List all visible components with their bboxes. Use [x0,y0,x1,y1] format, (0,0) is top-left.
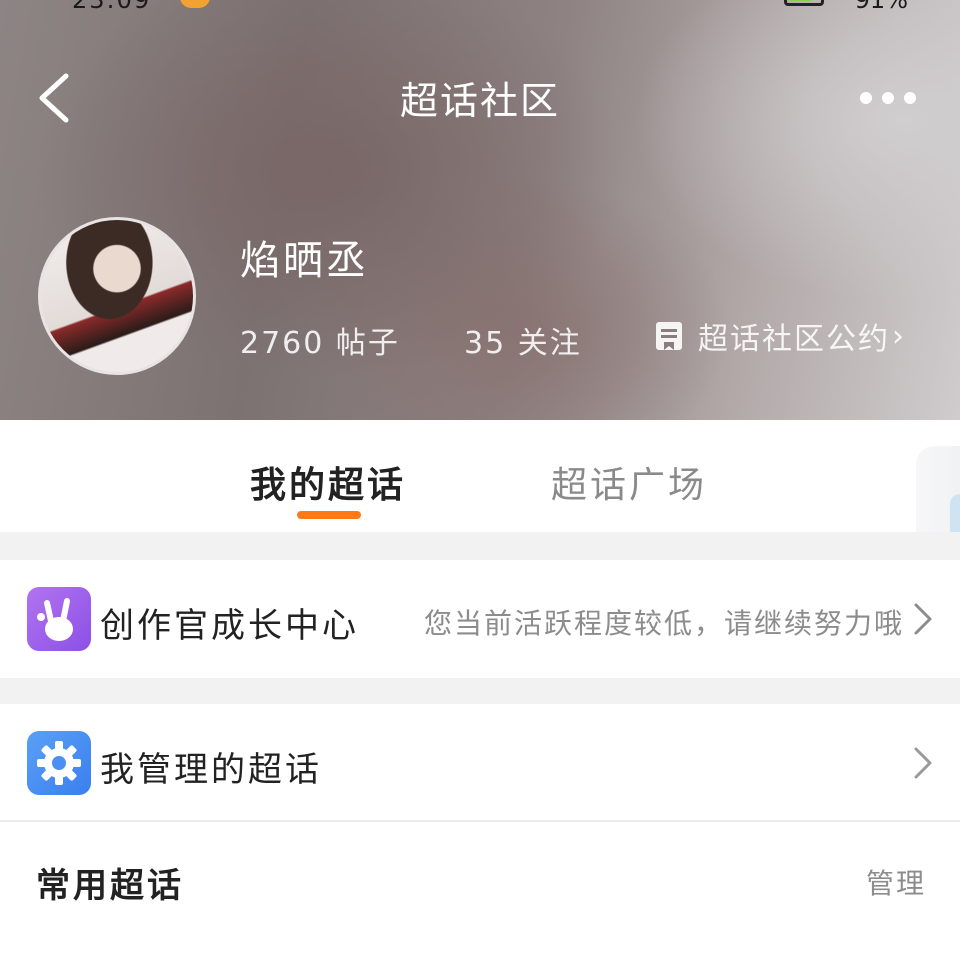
active-tab-indicator [297,511,361,519]
creator-center-row[interactable]: 创作官成长中心 您当前活跃程度较低，请继续努力哦 [0,560,960,678]
bookmark-doc-icon [656,322,682,350]
managed-topics-title: 我管理的超话 [100,750,322,790]
section-divider [0,532,960,560]
common-topics-section: 常用超话 管理 [0,824,960,953]
gear-glyph [37,741,81,785]
creator-center-subtitle: 您当前活跃程度较低，请继续努力哦 [423,607,904,640]
status-bar: 23:09 91% [0,0,960,16]
tab-bar: 我的超话 超话广场 [0,420,960,532]
avatar[interactable] [38,217,196,375]
convention-label: 超话社区公约 [698,322,890,357]
manage-button[interactable]: 管理 [866,862,926,902]
common-topics-title: 常用超话 [36,866,184,906]
following-count[interactable]: 35 关注 [464,318,582,362]
posts-count[interactable]: 2760 帖子 [240,318,400,362]
managed-topics-row[interactable]: 我管理的超话 [0,704,960,822]
profile-name: 焰晒丞 [240,238,369,284]
more-button[interactable] [852,80,924,116]
status-time: 23:09 [72,0,152,14]
profile-header: 23:09 91% 超话社区 焰晒丞 2760 帖子 35 关注 超话社区公约 … [0,0,960,420]
community-convention-link[interactable]: 超话社区公约 › [654,318,906,357]
battery-percent: 91% [854,0,908,14]
chevron-right-icon [914,747,932,779]
rock-hand-glyph [37,598,73,641]
gear-icon [27,731,91,795]
weibo-notification-icon [180,0,210,8]
battery-icon [784,0,824,6]
page-title: 超话社区 [399,79,560,123]
creator-center-title: 创作官成长中心 [100,606,359,646]
chevron-right-icon [914,603,932,635]
rock-hand-icon [27,587,91,651]
convention-chevron: › [892,318,906,354]
section-divider [0,678,960,704]
tab-my-topics[interactable]: 我的超话 [250,456,406,508]
tab-topic-square[interactable]: 超话广场 [551,456,707,508]
more-horizontal-icon [860,92,916,104]
